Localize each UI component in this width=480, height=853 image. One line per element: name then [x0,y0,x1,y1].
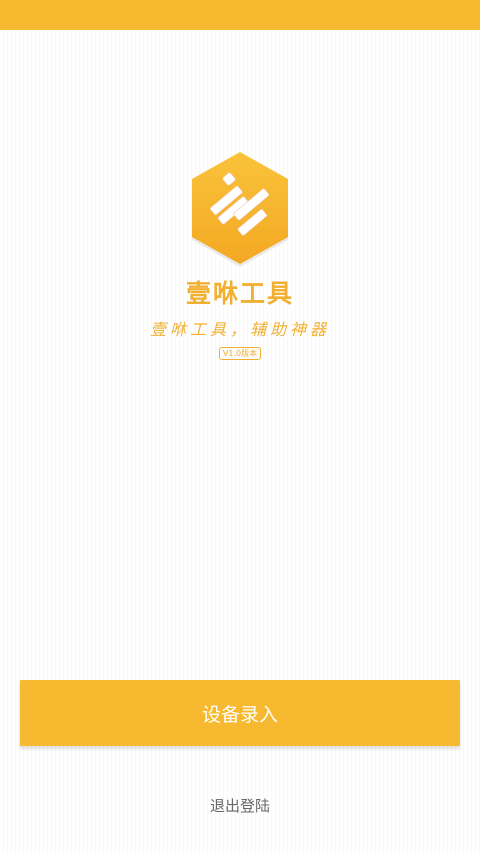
device-entry-button[interactable]: 设备录入 [20,680,460,746]
status-bar [0,0,480,30]
version-badge: V1.0版本 [219,347,261,360]
app-logo-icon [186,148,294,268]
logout-link[interactable]: 退出登陆 [0,795,480,816]
app-slogan: 壹咻工具，辅助神器 [149,320,330,339]
app-title: 壹咻工具 [185,279,294,308]
